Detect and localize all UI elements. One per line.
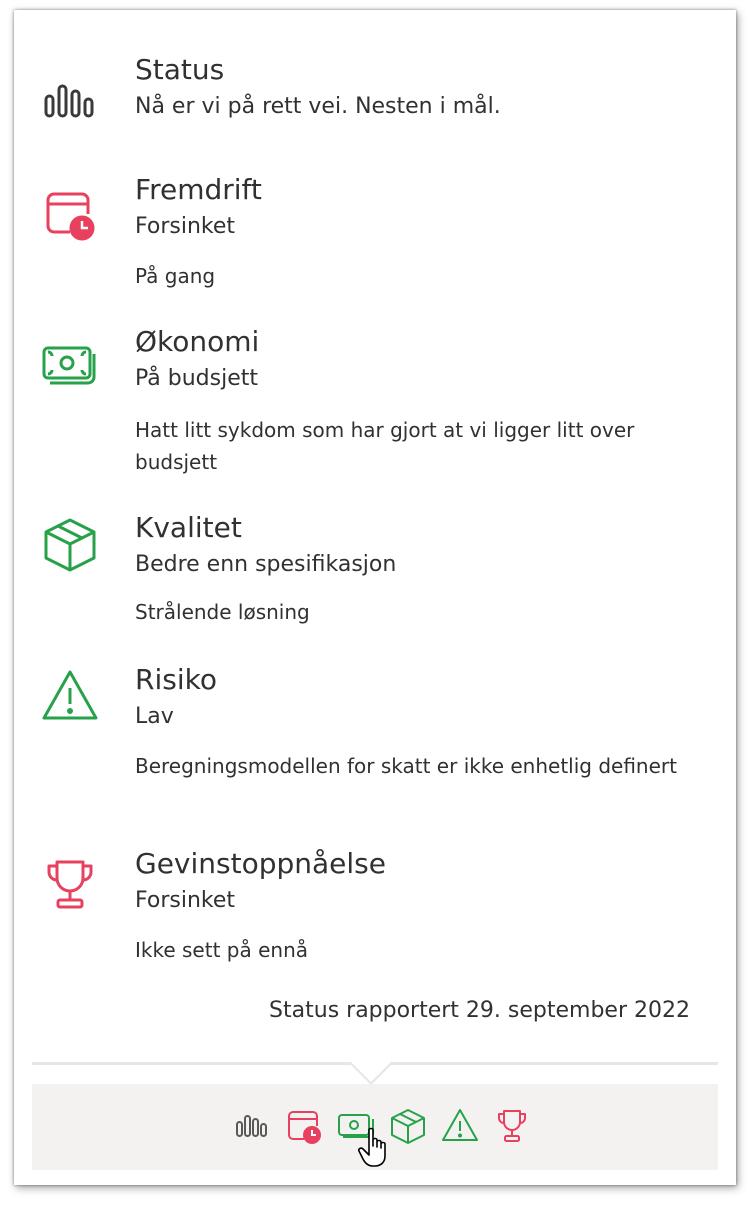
status-reported-date: Status rapportert 29. september 2022 [263, 996, 696, 1026]
section-title: Fremdrift [135, 173, 262, 206]
warning-icon [40, 666, 100, 726]
calendar-clock-icon[interactable] [284, 1106, 324, 1146]
section-comment: Beregningsmodellen for skatt er ikke enh… [135, 754, 677, 778]
section-subtitle: Forsinket [135, 214, 236, 239]
section-comment: Strålende løsning [135, 600, 310, 624]
section-subtitle: Lav [135, 704, 174, 729]
section-subtitle: Forsinket [135, 888, 236, 913]
section-subtitle: På budsjett [135, 366, 258, 391]
section-comment: Ikke sett på ennå [135, 938, 308, 962]
hand-pointer-cursor-icon [357, 1126, 393, 1170]
section-title: Økonomi [135, 325, 260, 358]
calendar-clock-icon [40, 184, 100, 244]
bar-chart-icon [40, 72, 100, 132]
money-icon [40, 336, 100, 396]
section-title: Gevinstoppnåelse [135, 847, 386, 880]
box-icon [40, 514, 100, 574]
section-comment: Hatt litt sykdom som har gjort at vi lig… [135, 418, 635, 474]
box-icon[interactable] [388, 1106, 428, 1146]
section-title: Status [135, 53, 225, 86]
warning-icon[interactable] [440, 1106, 480, 1146]
trophy-icon [40, 854, 100, 914]
trophy-icon[interactable] [492, 1106, 532, 1146]
section-title: Risiko [135, 663, 217, 696]
bar-chart-icon[interactable] [232, 1106, 272, 1146]
status-callout-card: Status Nå er vi på rett vei. Nesten i må… [14, 10, 736, 1185]
section-comment: På gang [135, 264, 216, 288]
section-title: Kvalitet [135, 511, 242, 544]
section-subtitle: Nå er vi på rett vei. Nesten i mål. [135, 94, 501, 119]
section-subtitle: Bedre enn spesifikasjon [135, 552, 397, 577]
